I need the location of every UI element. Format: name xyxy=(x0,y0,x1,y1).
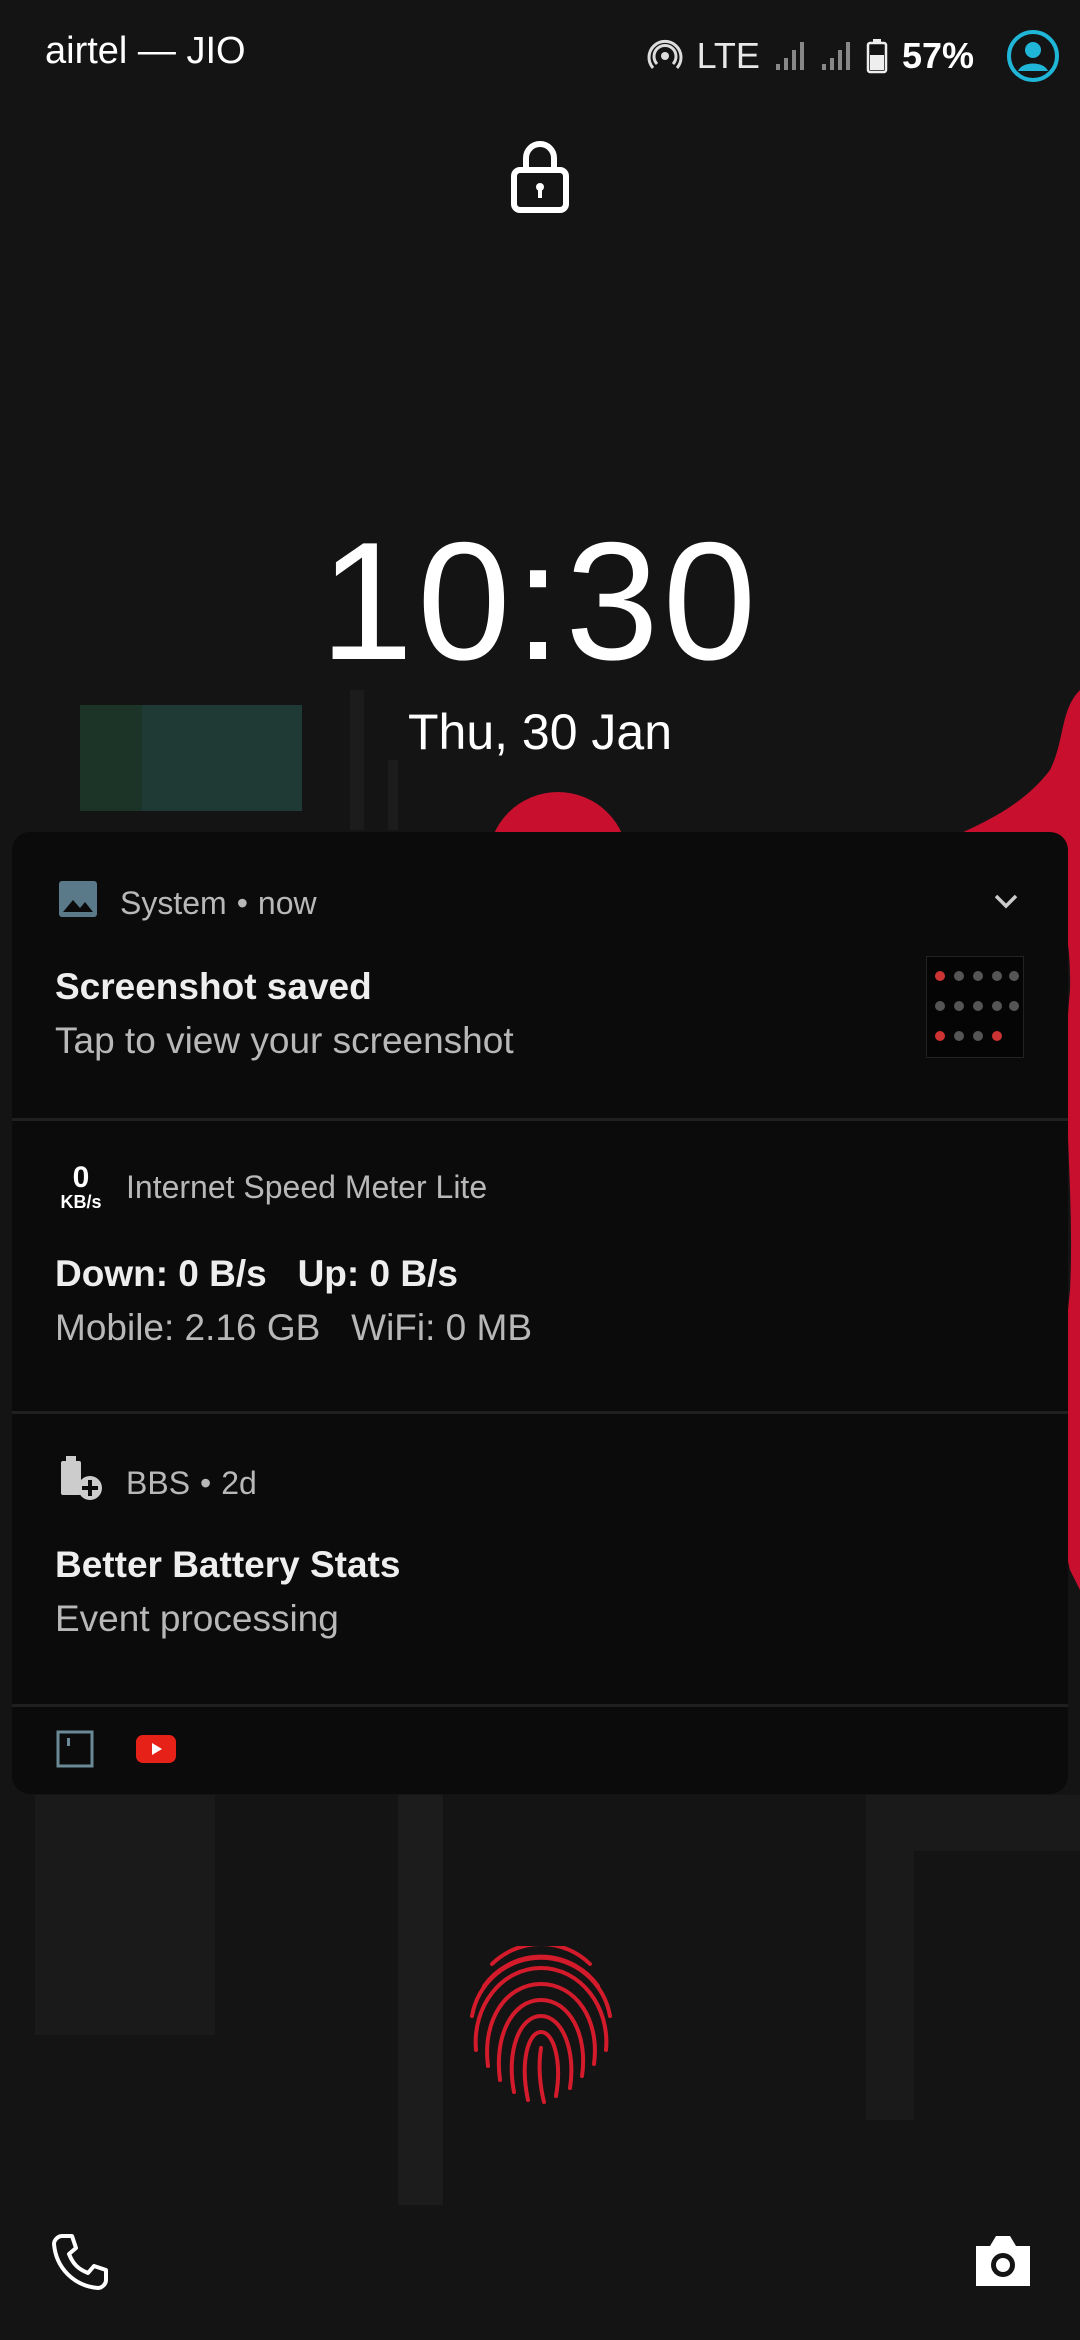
hotspot-icon xyxy=(647,38,683,74)
notification-title: Down: 0 B/s Up: 0 B/s xyxy=(55,1253,458,1294)
notification-header: System • now xyxy=(58,880,317,926)
battery-percent: 57% xyxy=(901,35,974,76)
speed-indicator-icon: 0 KB/s xyxy=(58,1161,104,1212)
notification-text: Mobile: 2.16 GB WiFi: 0 MB xyxy=(55,1307,533,1348)
notification-screenshot[interactable]: System • now Screenshot saved Tap to vie… xyxy=(12,832,1068,1120)
lock-icon xyxy=(511,141,569,213)
wallpaper-block xyxy=(914,1795,1080,1851)
status-bar: airtel — JIO LTE 57% xyxy=(0,0,1080,110)
clock-time: 10:30 xyxy=(319,507,761,695)
chevron-down-icon[interactable] xyxy=(992,892,1020,912)
notification-header: 0 KB/s Internet Speed Meter Lite xyxy=(58,1161,488,1212)
speed-value: 0 xyxy=(72,1161,90,1194)
separator-dot: • xyxy=(236,884,248,921)
carrier-label: airtel — JIO xyxy=(45,30,246,72)
status-icons: LTE 57% xyxy=(647,28,1060,84)
signal-icon xyxy=(774,40,806,72)
notification-speed-meter[interactable]: 0 KB/s Internet Speed Meter Lite Down: 0… xyxy=(12,1121,1068,1413)
notification-app-name: System xyxy=(120,884,227,921)
notification-text: Tap to view your screenshot xyxy=(55,1020,514,1061)
speed-unit: KB/s xyxy=(60,1192,102,1212)
fingerprint-icon[interactable] xyxy=(462,1946,620,2106)
notification-text: Event processing xyxy=(55,1598,339,1639)
divider xyxy=(12,1704,1068,1707)
notification-time: 2d xyxy=(221,1464,257,1501)
battery-icon xyxy=(866,38,888,74)
battery-plus-icon xyxy=(58,1456,104,1510)
image-icon xyxy=(58,880,98,926)
wallpaper-block xyxy=(398,1795,443,2205)
wallpaper-block xyxy=(866,1795,914,2120)
notification-app-name: BBS xyxy=(126,1464,191,1501)
notification-title: Better Battery Stats xyxy=(55,1544,401,1585)
separator-dot: • xyxy=(200,1464,212,1501)
notification-header: BBS • 2d xyxy=(58,1456,257,1510)
screenshot-thumbnail[interactable] xyxy=(926,956,1024,1058)
tablet-icon xyxy=(56,1730,94,1773)
wallpaper-stripe xyxy=(388,760,398,830)
camera-icon[interactable] xyxy=(972,2232,1034,2290)
phone-icon[interactable] xyxy=(48,2230,110,2292)
notification-battery-stats[interactable]: BBS • 2d Better Battery Stats Event proc… xyxy=(12,1414,1068,1706)
wallpaper-block xyxy=(35,1795,215,2035)
network-type: LTE xyxy=(696,35,760,76)
notification-app-name: Internet Speed Meter Lite xyxy=(126,1168,488,1205)
notification-title: Screenshot saved xyxy=(55,966,372,1007)
signal-icon xyxy=(820,40,852,72)
notification-panel: System • now Screenshot saved Tap to vie… xyxy=(12,832,1068,1794)
account-icon[interactable] xyxy=(1006,29,1060,83)
clock-date: Thu, 30 Jan xyxy=(407,704,673,760)
notification-time: now xyxy=(257,884,317,921)
youtube-icon xyxy=(136,1735,176,1768)
notification-overflow-icons[interactable] xyxy=(56,1730,176,1773)
